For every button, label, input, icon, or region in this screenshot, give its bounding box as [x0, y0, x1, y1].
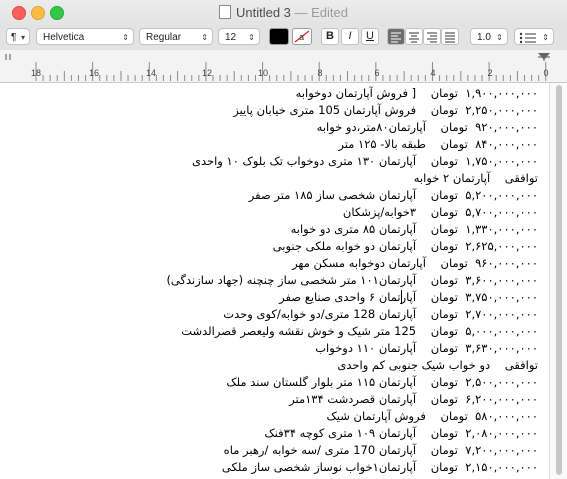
- title-bar[interactable]: Untitled 3 — Edited: [0, 0, 567, 26]
- document-line[interactable]: ۳,۶۰۰,۰۰۰,۰۰۰ تومان آپارتمان۱۰۱ متر شخصی…: [4, 272, 538, 289]
- vertical-scrollbar[interactable]: [549, 83, 567, 479]
- window-title: Untitled 3 — Edited: [0, 5, 567, 20]
- list-bullets-icon: [519, 32, 536, 44]
- document-line[interactable]: ۱,۹۰۰,۰۰۰,۰۰۰ تومان [ فروش آپارتمان دوخو…: [4, 85, 538, 102]
- document-line[interactable]: ۱,۷۵۰,۰۰۰,۰۰۰ تومان آپارتمان ۱۳۰ متری دو…: [4, 153, 538, 170]
- document-line[interactable]: ۵,۲۰۰,۰۰۰,۰۰۰ تومان آپارتمان شخصی ساز ۱۸…: [4, 187, 538, 204]
- align-left-button[interactable]: [387, 28, 405, 45]
- ruler-label: 14: [145, 68, 157, 78]
- textedit-window: Untitled 3 — Edited ¶ ▾ Helvetica ⇕ Regu…: [0, 0, 567, 479]
- justify-icon: [445, 32, 455, 43]
- document-text-area[interactable]: ۱,۹۰۰,۰۰۰,۰۰۰ تومان [ فروش آپارتمان دوخو…: [0, 83, 549, 479]
- align-center-button[interactable]: [405, 28, 423, 45]
- document-line[interactable]: ۲,۶۲۵,۰۰۰,۰۰۰ تومان آپارتمان دو خوابه مل…: [4, 238, 538, 255]
- ruler-ticks: [5, 53, 550, 81]
- document-line[interactable]: ۲,۰۸۰,۰۰۰,۰۰۰ تومان آپارتمان ۱۰۹ متری کو…: [4, 425, 538, 442]
- text-cursor: [401, 290, 402, 304]
- underline-button[interactable]: U: [361, 28, 379, 45]
- document-line[interactable]: ۹۶۰,۰۰۰,۰۰۰ تومان آپارتمان دوخوابه مسکن …: [4, 255, 538, 272]
- svg-text:a: a: [299, 32, 304, 42]
- document-line[interactable]: ۵,۰۰۰,۰۰۰,۰۰۰ تومان 125 متر شیک و خوش نق…: [4, 323, 538, 340]
- bold-button[interactable]: B: [321, 28, 339, 45]
- document-line[interactable]: ۶,۲۰۰,۰۰۰,۰۰۰ تومان آپارتمان قصردشت ۱۳۴م…: [4, 391, 538, 408]
- document-name: Untitled 3: [235, 5, 291, 20]
- document-line[interactable]: ۹۲۰,۰۰۰,۰۰۰ تومان آپارتمان۸۰متر،دو خوابه: [4, 119, 538, 136]
- italic-button[interactable]: I: [341, 28, 359, 45]
- chevron-updown-icon: ⇕: [122, 33, 129, 42]
- font-family-select[interactable]: Helvetica ⇕: [36, 28, 134, 45]
- chevron-updown-icon: ⇕: [201, 33, 208, 42]
- ruler-label: 4: [430, 68, 436, 78]
- paragraph-icon: ¶: [11, 32, 17, 43]
- document-line[interactable]: ۱,۳۳۰,۰۰۰,۰۰۰ تومان آپارتمان ۸۵ متری دو …: [4, 221, 538, 238]
- chevron-updown-icon: ⇕: [248, 33, 255, 42]
- document-line[interactable]: ۲,۷۰۰,۰۰۰,۰۰۰ تومان آپارتمان 128 متری/دو…: [4, 306, 538, 323]
- document-line[interactable]: ۳,۷۵۰,۰۰۰,۰۰۰ تومان آپارتمان ۶ واحدی صنا…: [4, 289, 538, 306]
- ruler-label: 12: [201, 68, 213, 78]
- justify-button[interactable]: [441, 28, 459, 45]
- text-color-well[interactable]: [269, 28, 289, 45]
- paragraph-styles-menu[interactable]: ¶ ▾: [6, 28, 30, 45]
- align-center-icon: [409, 32, 419, 43]
- ruler-label: 6: [374, 68, 380, 78]
- edited-status: — Edited: [290, 5, 348, 20]
- highlight-color-well[interactable]: a: [292, 28, 312, 45]
- scrollbar-thumb[interactable]: [556, 85, 562, 475]
- font-style-select[interactable]: Regular ⇕: [139, 28, 213, 45]
- document-line[interactable]: ۵۸۰,۰۰۰,۰۰۰ تومان فروش آپارتمان شیک: [4, 408, 539, 425]
- format-toolbar: ¶ ▾ Helvetica ⇕ Regular ⇕ 12 ⇕ a B I U 1…: [0, 26, 567, 50]
- chevron-down-icon: ▾: [20, 33, 25, 42]
- ruler-label: 8: [317, 68, 323, 78]
- font-style-value: Regular: [146, 32, 182, 43]
- document-line[interactable]: ۲,۱۵۰,۰۰۰,۰۰۰ تومان آپارتمان۱خواب نوساز …: [4, 459, 538, 476]
- ruler[interactable]: 18 16 14 12 10 8 6 4 2 0: [0, 50, 567, 83]
- list-bullets-select[interactable]: ⇕: [514, 28, 554, 45]
- ruler-label: 16: [88, 68, 100, 78]
- document-line[interactable]: ۷,۲۰۰,۰۰۰,۰۰۰ تومان آپارتمان 170 متری /س…: [4, 442, 538, 459]
- document-line[interactable]: ۲,۵۰۰,۰۰۰,۰۰۰ تومان آپارتمان ۱۱۵ متر بلو…: [4, 374, 538, 391]
- ruler-label: 2: [487, 68, 493, 78]
- document-line[interactable]: ۲,۲۵۰,۰۰۰,۰۰۰ تومان فروش آپارتمان 105 مت…: [4, 102, 538, 119]
- no-color-slash-icon: a: [294, 30, 310, 43]
- align-right-icon: [427, 32, 437, 43]
- line-spacing-select[interactable]: 1.0 ⇕: [470, 28, 508, 45]
- document-line[interactable]: توافقی دو خواب شیک جنوبی کم واحدی: [4, 357, 538, 374]
- font-size-select[interactable]: 12 ⇕: [218, 28, 260, 45]
- ruler-label: 0: [543, 68, 549, 78]
- ruler-label: 10: [257, 68, 269, 78]
- document-line[interactable]: ۵,۷۰۰,۰۰۰,۰۰۰ تومان ۳خوابه/پزشکان: [4, 204, 538, 221]
- chevron-updown-icon: ⇕: [496, 33, 503, 42]
- ruler-label: 18: [30, 68, 42, 78]
- document-icon: [218, 5, 231, 19]
- font-family-value: Helvetica: [43, 32, 85, 43]
- align-left-icon: [391, 32, 401, 43]
- document-body[interactable]: ۱,۹۰۰,۰۰۰,۰۰۰ تومان [ فروش آپارتمان دوخو…: [4, 85, 538, 476]
- align-right-button[interactable]: [423, 28, 441, 45]
- document-line[interactable]: ۸۴۰,۰۰۰,۰۰۰ تومان طبقه بالا- ۱۲۵ متر: [4, 136, 538, 153]
- font-size-value: 12: [225, 32, 237, 43]
- document-line[interactable]: توافقی آپارتمان ۲ خوابه: [4, 170, 538, 187]
- chevron-updown-icon: ⇕: [542, 33, 549, 42]
- document-line[interactable]: ۳,۶۳۰,۰۰۰,۰۰۰ تومان آپارتمان ۱۱۰ دوخواب: [4, 340, 538, 357]
- line-spacing-value: 1.0: [477, 32, 491, 43]
